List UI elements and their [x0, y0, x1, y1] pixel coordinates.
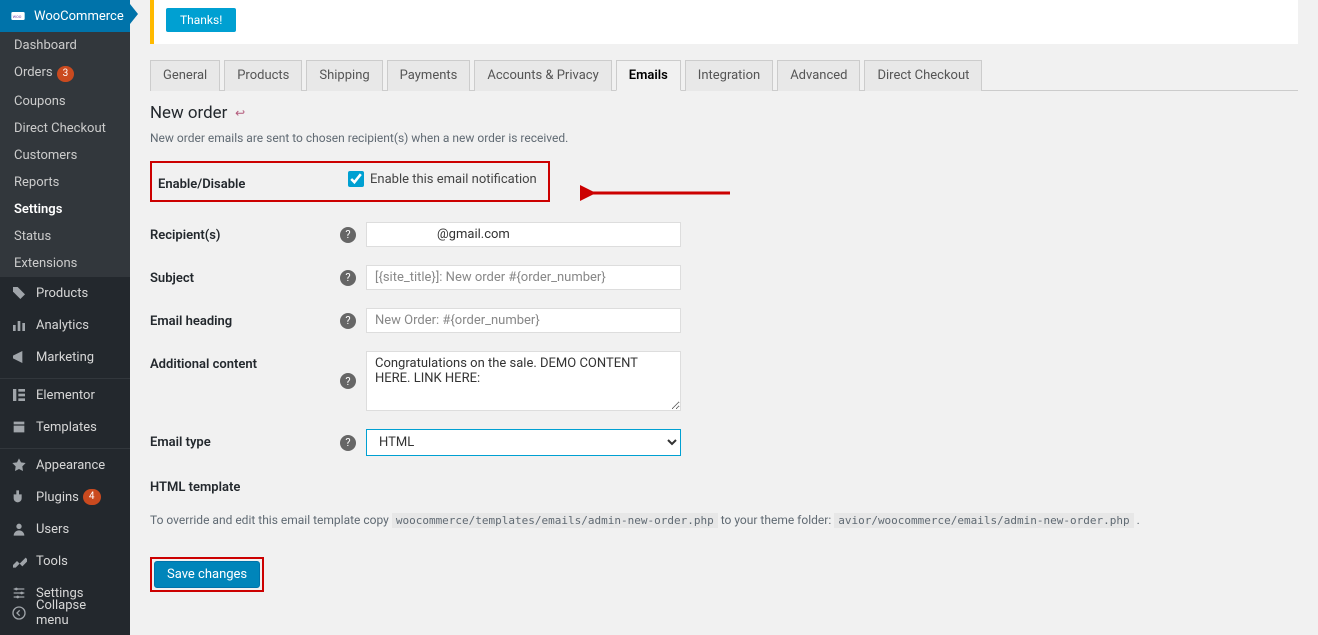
enable-checkbox[interactable]	[348, 171, 364, 187]
help-icon[interactable]: ?	[340, 373, 356, 389]
enable-checkbox-label: Enable this email notification	[370, 172, 537, 187]
tpl-path1: woocommerce/templates/emails/admin-new-o…	[392, 513, 718, 528]
tab-integration[interactable]: Integration	[685, 60, 773, 91]
enable-row-highlight: Enable/Disable Enable this email notific…	[150, 161, 550, 202]
submenu-direct-checkout[interactable]: Direct Checkout	[0, 115, 130, 142]
collapse-menu[interactable]: Collapse menu	[0, 591, 130, 635]
sidebar-label: Collapse menu	[36, 598, 122, 628]
tab-general[interactable]: General	[150, 60, 220, 91]
sidebar-label: Analytics	[36, 318, 89, 333]
plugins-badge: 4	[83, 489, 101, 505]
sidebar-item-templates[interactable]: Templates	[0, 411, 130, 443]
submenu-coupons[interactable]: Coupons	[0, 88, 130, 115]
heading-label: Email heading	[150, 308, 340, 329]
sidebar-label: Users	[36, 522, 69, 537]
recipients-input[interactable]	[366, 222, 681, 247]
tab-products[interactable]: Products	[224, 60, 302, 91]
additional-textarea[interactable]: Congratulations on the sale. DEMO CONTEN…	[366, 351, 681, 411]
sidebar-item-users[interactable]: Users	[0, 513, 130, 545]
submenu-orders[interactable]: Orders 3	[0, 59, 130, 88]
notice-banner: Thanks!	[150, 0, 1298, 44]
sidebar-label: Templates	[36, 420, 97, 435]
page-description: New order emails are sent to chosen reci…	[150, 131, 1298, 145]
page-title: New order ↪	[150, 103, 1298, 123]
marketing-icon	[10, 348, 28, 366]
sidebar-label: Appearance	[36, 458, 105, 473]
help-icon[interactable]: ?	[340, 227, 356, 243]
products-icon	[10, 284, 28, 302]
tab-emails[interactable]: Emails	[616, 60, 681, 91]
sidebar-item-elementor[interactable]: Elementor	[0, 379, 130, 411]
woocommerce-icon: woo	[10, 7, 26, 25]
submenu-customers[interactable]: Customers	[0, 142, 130, 169]
tpl-pre: To override and edit this email template…	[150, 513, 392, 527]
help-icon[interactable]: ?	[340, 435, 356, 451]
tools-icon	[10, 552, 28, 570]
tab-payments[interactable]: Payments	[387, 60, 471, 91]
subject-label: Subject	[150, 265, 340, 286]
subject-input[interactable]	[366, 265, 681, 290]
submenu-settings[interactable]: Settings	[0, 196, 130, 223]
submenu-extensions[interactable]: Extensions	[0, 250, 130, 277]
sidebar-item-tools[interactable]: Tools	[0, 545, 130, 577]
save-button[interactable]: Save changes	[154, 561, 260, 588]
admin-sidebar: woo WooCommerce Dashboard Orders 3 Coupon…	[0, 0, 130, 635]
back-icon[interactable]: ↪	[235, 106, 245, 120]
additional-label: Additional content	[150, 351, 340, 372]
enable-label: Enable/Disable	[158, 171, 348, 192]
templates-icon	[10, 418, 28, 436]
main-content: Thanks! General Products Shipping Paymen…	[130, 0, 1318, 612]
thanks-button[interactable]: Thanks!	[166, 8, 236, 32]
tab-shipping[interactable]: Shipping	[306, 60, 382, 91]
sidebar-item-analytics[interactable]: Analytics	[0, 309, 130, 341]
submenu-status[interactable]: Status	[0, 223, 130, 250]
sidebar-item-appearance[interactable]: Appearance	[0, 449, 130, 481]
elementor-icon	[10, 386, 28, 404]
submenu-dashboard[interactable]: Dashboard	[0, 32, 130, 59]
help-icon[interactable]: ?	[340, 270, 356, 286]
email-type-select[interactable]: HTML	[366, 429, 681, 456]
tab-advanced[interactable]: Advanced	[777, 60, 860, 91]
sidebar-label: Plugins	[36, 490, 79, 505]
appearance-icon	[10, 456, 28, 474]
template-label: HTML template	[150, 474, 340, 495]
email-type-label: Email type	[150, 429, 340, 450]
help-icon[interactable]: ?	[340, 313, 356, 329]
save-highlight: Save changes	[150, 557, 264, 592]
heading-input[interactable]	[366, 308, 681, 333]
sidebar-label: Elementor	[36, 388, 95, 403]
annotation-arrow	[580, 178, 740, 208]
sidebar-label: Tools	[36, 554, 68, 569]
sidebar-item-marketing[interactable]: Marketing	[0, 341, 130, 373]
svg-text:woo: woo	[13, 15, 22, 20]
collapse-icon	[10, 604, 28, 622]
tab-accounts[interactable]: Accounts & Privacy	[474, 60, 611, 91]
sidebar-item-plugins[interactable]: Plugins 4	[0, 481, 130, 513]
sidebar-label: Products	[36, 286, 88, 301]
page-title-text: New order	[150, 103, 227, 123]
woocommerce-submenu: Dashboard Orders 3 Coupons Direct Checkou…	[0, 32, 130, 277]
analytics-icon	[10, 316, 28, 334]
users-icon	[10, 520, 28, 538]
settings-tabs: General Products Shipping Payments Accou…	[150, 60, 1298, 91]
tab-direct-checkout[interactable]: Direct Checkout	[864, 60, 982, 91]
sidebar-label: WooCommerce	[34, 9, 124, 24]
sidebar-label: Marketing	[36, 350, 94, 365]
sidebar-item-woocommerce[interactable]: woo WooCommerce	[0, 0, 130, 32]
template-description: To override and edit this email template…	[150, 513, 1298, 527]
plugins-icon	[10, 488, 28, 506]
recipients-label: Recipient(s)	[150, 222, 340, 243]
submenu-reports[interactable]: Reports	[0, 169, 130, 196]
submenu-orders-label: Orders	[14, 65, 53, 80]
tpl-mid: to your theme folder:	[721, 513, 835, 527]
tpl-path2: avior/woocommerce/emails/admin-new-order…	[834, 513, 1133, 528]
orders-badge: 3	[57, 66, 75, 82]
tpl-post: .	[1137, 513, 1140, 527]
sidebar-item-products[interactable]: Products	[0, 277, 130, 309]
